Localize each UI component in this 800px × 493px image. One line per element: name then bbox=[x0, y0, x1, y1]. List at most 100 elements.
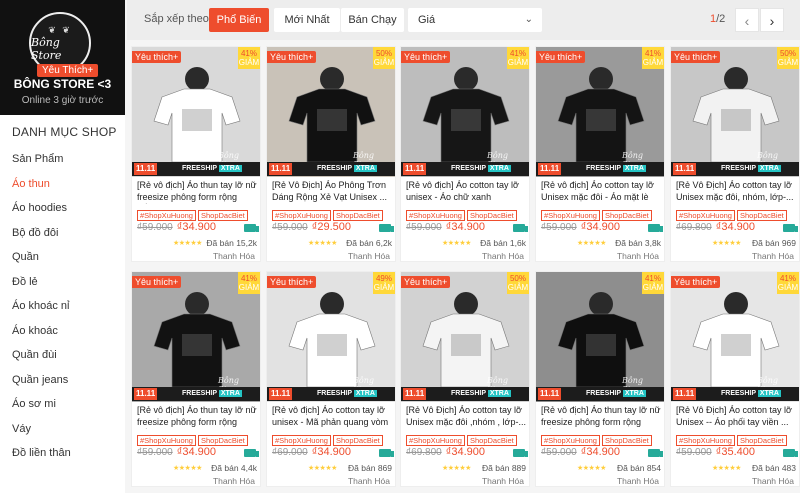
next-page-button[interactable]: › bbox=[760, 8, 784, 32]
discount-label: GIẢM bbox=[642, 283, 664, 292]
product-tags: #ShopXuHuong ShopDacBiet bbox=[541, 430, 654, 446]
product-image[interactable]: Bông Store Yêu thích+ 41% GIẢM 11.11 FRE… bbox=[671, 272, 799, 402]
product-image[interactable]: Bông Store Yêu thích+ 50% GIẢM 11.11 FRE… bbox=[401, 272, 529, 402]
product-title[interactable]: [Rẻ Vô Địch] Áo cotton tay lỡ Unisex mặc… bbox=[676, 180, 796, 204]
price-row: ₫59.000 ₫34.900 bbox=[541, 221, 620, 233]
category-item[interactable]: Váy bbox=[12, 422, 71, 447]
product-title[interactable]: [Rẻ vô địch] Áo thun tay lỡ nữ freesize … bbox=[137, 180, 257, 204]
category-item[interactable]: Quần đùi bbox=[12, 348, 71, 373]
xtra-label: XTRA bbox=[218, 390, 242, 397]
shop-online-status: Online 3 giờ trước bbox=[21, 95, 104, 106]
category-item[interactable]: Đồ lẻ bbox=[12, 275, 71, 300]
product-card[interactable]: Bông Store Yêu thích+ 49% GIẢM 11.11 FRE… bbox=[266, 271, 396, 487]
product-image[interactable]: Bông Store Yêu thích+ 41% GIẢM 11.11 FRE… bbox=[132, 272, 260, 402]
product-card[interactable]: Bông Store Yêu thích+ 50% GIẢM 11.11 FRE… bbox=[400, 271, 530, 487]
product-card[interactable]: Bông Store Yêu thích+ 41% GIẢM 11.11 FRE… bbox=[535, 46, 665, 262]
chevron-right-icon: › bbox=[769, 13, 775, 29]
star-rating: ★★★★★ bbox=[712, 465, 741, 472]
freeship-label: FREESHIP bbox=[586, 390, 621, 397]
location: Thanh Hóa bbox=[481, 251, 524, 261]
sidebar: ❦ ❦ Bông Store Yêu Thích+ BÔNG STORE <3 … bbox=[0, 0, 125, 493]
category-item[interactable]: Áo khoác nỉ bbox=[12, 299, 71, 324]
category-list: Sản Phẩm Áo thun Áo hoodies Bộ đồ đôi Quần Đồ… bbox=[12, 152, 71, 471]
trending-tag: #ShopXuHuong bbox=[406, 435, 465, 446]
sort-popular-button[interactable]: Phổ Biến bbox=[209, 8, 269, 32]
product-image[interactable]: Bông Store 41% GIẢM 11.11 FREESHIP XTRA bbox=[536, 272, 664, 402]
page-total: /2 bbox=[716, 13, 726, 25]
special-shop-tag: ShopDacBiet bbox=[197, 210, 248, 221]
old-price: ₫59.000 bbox=[541, 222, 577, 233]
product-card[interactable]: Bông Store Yêu thích+ 41% GIẢM 11.11 FRE… bbox=[131, 271, 261, 487]
price-row: ₫59.000 ₫29.500 bbox=[272, 221, 351, 233]
discount-badge: 50% GIẢM bbox=[373, 47, 395, 69]
product-image[interactable]: Bông Store Yêu thích+ 49% GIẢM 11.11 FRE… bbox=[267, 272, 395, 402]
category-item[interactable]: Áo khoác bbox=[12, 324, 71, 349]
product-card[interactable]: Bông Store Yêu thích+ 50% GIẢM 11.11 FRE… bbox=[266, 46, 396, 262]
old-price: ₫59.000 bbox=[137, 222, 173, 233]
shop-card[interactable]: ❦ ❦ Bông Store Yêu Thích+ BÔNG STORE <3 … bbox=[0, 0, 125, 115]
truck-icon bbox=[783, 449, 798, 457]
sale-price: ₫34.900 bbox=[176, 446, 217, 458]
price-sort-select[interactable]: Giá ⌄ bbox=[408, 8, 542, 32]
product-title[interactable]: [Rẻ vô địch] Áo thun tay lỡ nữ freesize … bbox=[541, 405, 661, 429]
trending-tag: #ShopXuHuong bbox=[272, 435, 331, 446]
old-price: ₫59.000 bbox=[272, 222, 308, 233]
old-price: ₫69.800 bbox=[676, 222, 712, 233]
sale-price: ₫34.900 bbox=[311, 446, 352, 458]
category-item[interactable]: Áo sơ mi bbox=[12, 397, 71, 422]
freeship-badge: FREESHIP XTRA bbox=[182, 388, 242, 400]
location: Thanh Hóa bbox=[616, 476, 659, 486]
freeship-badge: FREESHIP XTRA bbox=[721, 163, 781, 175]
sold-count: Đã bán 854 bbox=[617, 463, 661, 473]
truck-icon bbox=[648, 224, 663, 232]
discount-value: 50% bbox=[779, 49, 796, 58]
sale-price: ₫34.900 bbox=[445, 446, 486, 458]
special-shop-tag: ShopDacBiet bbox=[197, 435, 248, 446]
product-card[interactable]: Bông Store Yêu thích+ 41% GIẢM 11.11 FRE… bbox=[131, 46, 261, 262]
category-item[interactable]: Quần bbox=[12, 250, 71, 275]
sale-price: ₫35.400 bbox=[715, 446, 756, 458]
chevron-down-icon: ⌄ bbox=[524, 14, 533, 25]
product-image[interactable]: Bông Store Yêu thích+ 41% GIẢM 11.11 FRE… bbox=[132, 47, 260, 177]
discount-value: 41% bbox=[240, 274, 257, 283]
favorite-tag: Yêu thích+ bbox=[536, 51, 586, 63]
product-title[interactable]: [Rẻ vô địch] Áo cotton tay lỡ unisex - M… bbox=[272, 405, 392, 429]
product-tags: #ShopXuHuong ShopDacBiet bbox=[676, 430, 789, 446]
category-item[interactable]: Quần jeans bbox=[12, 373, 71, 398]
product-title[interactable]: [Rẻ Vô Địch] Áo cotton tay lỡ Unisex -- … bbox=[676, 405, 796, 429]
category-item[interactable]: Sản Phẩm bbox=[12, 152, 71, 177]
price-select-label: Giá bbox=[418, 14, 436, 26]
product-title[interactable]: [Rẻ vô địch] Áo cotton tay lỡ Unisex mặc… bbox=[541, 180, 661, 204]
star-rating: ★★★★★ bbox=[308, 240, 337, 247]
discount-label: GIẢM bbox=[238, 58, 260, 67]
product-title[interactable]: [Rẻ Vô Địch] Áo cotton tay lỡ Unisex mặc… bbox=[406, 405, 526, 429]
sort-bestselling-button[interactable]: Bán Chạy bbox=[341, 8, 404, 32]
product-title[interactable]: [Rẻ vô địch] Áo cotton tay lỡ unisex - Á… bbox=[406, 180, 526, 204]
rating-row: ★★★★★ Đã bán 889 bbox=[406, 463, 526, 475]
sale-price: ₫34.900 bbox=[445, 221, 486, 233]
category-item[interactable]: Áo hoodies bbox=[12, 201, 71, 226]
category-item[interactable]: Bộ đồ đôi bbox=[12, 226, 71, 251]
product-card[interactable]: Bông Store Yêu thích+ 41% GIẢM 11.11 FRE… bbox=[400, 46, 530, 262]
freeship-label: FREESHIP bbox=[586, 165, 621, 172]
promo-banner: 11.11 FREESHIP XTRA bbox=[671, 387, 799, 401]
product-title[interactable]: [Rẻ Vô Địch] Áo Phông Trơn Dáng Rộng Xẻ … bbox=[272, 180, 392, 204]
category-item[interactable]: Áo thun bbox=[12, 177, 71, 202]
trending-tag: #ShopXuHuong bbox=[541, 210, 600, 221]
prev-page-button[interactable]: ‹ bbox=[735, 8, 759, 32]
location: Thanh Hóa bbox=[751, 476, 794, 486]
product-card[interactable]: Bông Store Yêu thích+ 50% GIẢM 11.11 FRE… bbox=[670, 46, 800, 262]
old-price: ₫59.000 bbox=[406, 222, 442, 233]
product-image[interactable]: Bông Store Yêu thích+ 50% GIẢM 11.11 FRE… bbox=[671, 47, 799, 177]
product-card[interactable]: Bông Store Yêu thích+ 41% GIẢM 11.11 FRE… bbox=[670, 271, 800, 487]
product-card[interactable]: Bông Store 41% GIẢM 11.11 FREESHIP XTRA … bbox=[535, 271, 665, 487]
discount-badge: 50% GIẢM bbox=[777, 47, 799, 69]
sale-price: ₫29.500 bbox=[311, 221, 352, 233]
sort-newest-button[interactable]: Mới Nhất bbox=[274, 8, 340, 32]
product-image[interactable]: Bông Store Yêu thích+ 41% GIẢM 11.11 FRE… bbox=[536, 47, 664, 177]
category-item[interactable]: Đồ liền thân bbox=[12, 446, 71, 471]
product-image[interactable]: Bông Store Yêu thích+ 41% GIẢM 11.11 FRE… bbox=[401, 47, 529, 177]
location: Thanh Hóa bbox=[616, 251, 659, 261]
product-title[interactable]: [Rẻ vô địch] Áo thun tay lỡ nữ freesize … bbox=[137, 405, 257, 429]
product-image[interactable]: Bông Store Yêu thích+ 50% GIẢM 11.11 FRE… bbox=[267, 47, 395, 177]
